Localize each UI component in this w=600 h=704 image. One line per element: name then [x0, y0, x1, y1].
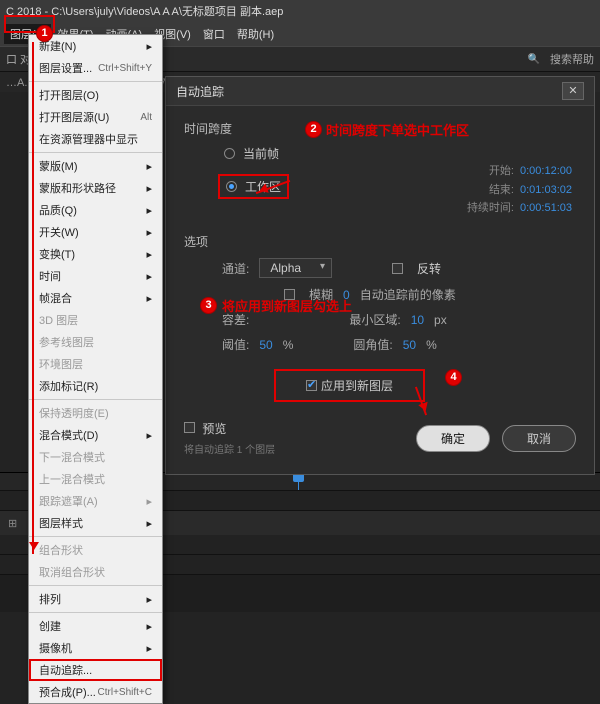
preview-checkbox[interactable]: [184, 422, 195, 433]
cancel-button[interactable]: 取消: [502, 425, 576, 452]
window-title: C 2018 - C:\Users\july\Videos\A A A\无标题项…: [0, 0, 600, 22]
threshold-label: 阈值:: [222, 336, 249, 353]
channel-label: 通道:: [222, 260, 249, 277]
min-area-value[interactable]: 10: [411, 313, 424, 327]
radio-icon: [224, 148, 235, 159]
menu-combine-shape[interactable]: 组合形状: [29, 539, 162, 561]
dialog-title: 自动追踪: [176, 83, 224, 100]
section-options: 选项: [184, 233, 576, 250]
threshold-value[interactable]: 50: [259, 338, 272, 352]
annotation-num-2: 2: [305, 120, 322, 138]
preview-status: 将自动追踪 1 个图层: [184, 441, 404, 456]
blur-suffix: 自动追踪前的像素: [360, 286, 456, 303]
radio-current-label: 当前帧: [243, 145, 279, 162]
menu-add-marker[interactable]: 添加标记(R): [29, 375, 162, 397]
menu-auto-trace[interactable]: 自动追踪...: [29, 659, 162, 681]
menu-quality[interactable]: 品质(Q)▸: [29, 199, 162, 221]
invert-label: 反转: [417, 260, 441, 277]
search-icon: 🔍: [528, 54, 540, 65]
menu-env-layer[interactable]: 环境图层: [29, 353, 162, 375]
dialog-titlebar[interactable]: 自动追踪 ✕: [166, 77, 594, 106]
menu-cancel-combine[interactable]: 取消组合形状: [29, 561, 162, 583]
menu-frame-blend[interactable]: 帧混合▸: [29, 287, 162, 309]
menu-switch[interactable]: 开关(W)▸: [29, 221, 162, 243]
annotation-num-4: 4: [445, 368, 462, 386]
annotation-text-2: 时间跨度下单选中工作区: [326, 120, 469, 139]
menu-create[interactable]: 创建▸: [29, 615, 162, 637]
annotation-arrow-down: [32, 42, 34, 554]
time-info: 开始:0:00:12:00 结束:0:01:03:02 持续时间:0:00:51…: [458, 162, 572, 218]
toggle-switch-icon[interactable]: ⊞: [8, 517, 17, 530]
menu-prev-blend[interactable]: 上一混合模式: [29, 468, 162, 490]
ok-button[interactable]: 确定: [416, 425, 490, 452]
menu-track-matte[interactable]: 跟踪遮罩(A)▸: [29, 490, 162, 512]
preview-label: 预览: [202, 422, 226, 436]
menu-arrange[interactable]: 排列▸: [29, 588, 162, 610]
apply-new-layer-row[interactable]: 应用到新图层: [274, 369, 425, 402]
apply-new-layer-checkbox[interactable]: [306, 380, 317, 391]
menu-time[interactable]: 时间▸: [29, 265, 162, 287]
menu-open-layer-source[interactable]: 打开图层源(U)Alt: [29, 106, 162, 128]
menu-transform[interactable]: 变换(T)▸: [29, 243, 162, 265]
radio-current-frame[interactable]: 当前帧: [224, 145, 576, 162]
annotation-num-3: 3: [200, 296, 217, 314]
menu-mask[interactable]: 蒙版(M)▸: [29, 155, 162, 177]
annotation-text-3: 将应用到新图层勾选上: [222, 296, 352, 315]
menu-layer-settings[interactable]: 图层设置...Ctrl+Shift+Y: [29, 57, 162, 79]
close-icon[interactable]: ✕: [562, 82, 584, 100]
menu-precompose[interactable]: 预合成(P)...Ctrl+Shift+C: [29, 681, 162, 703]
menu-camera[interactable]: 摄像机▸: [29, 637, 162, 659]
unit-px: px: [434, 313, 447, 327]
min-area-label: 最小区域:: [349, 311, 400, 328]
unit-pct: %: [283, 338, 294, 352]
apply-new-layer-label: 应用到新图层: [321, 377, 393, 394]
menu-keep-alpha[interactable]: 保持透明度(E): [29, 402, 162, 424]
menu-blend-mode[interactable]: 混合模式(D)▸: [29, 424, 162, 446]
search-help[interactable]: 搜索帮助: [550, 51, 594, 67]
invert-checkbox[interactable]: [392, 263, 403, 274]
menu-open-layer[interactable]: 打开图层(O): [29, 84, 162, 106]
menu-next-blend[interactable]: 下一混合模式: [29, 446, 162, 468]
unit-pct2: %: [426, 338, 437, 352]
menu-window[interactable]: 窗口: [197, 24, 231, 44]
menu-help[interactable]: 帮助(H): [231, 24, 280, 44]
menu-show-in-explorer[interactable]: 在资源管理器中显示: [29, 128, 162, 150]
menu-3d-layer[interactable]: 3D 图层: [29, 309, 162, 331]
radio-icon: [226, 181, 237, 192]
menu-layer-style[interactable]: 图层样式▸: [29, 512, 162, 534]
corner-value[interactable]: 50: [403, 338, 416, 352]
corner-label: 圆角值:: [353, 336, 392, 353]
menu-guide-layer[interactable]: 参考线图层: [29, 331, 162, 353]
annotation-num-1: 1: [36, 24, 53, 42]
menu-mask-shape-path[interactable]: 蒙版和形状路径▸: [29, 177, 162, 199]
layer-context-menu: 新建(N)▸ 图层设置...Ctrl+Shift+Y 打开图层(O) 打开图层源…: [28, 34, 163, 704]
channel-select[interactable]: Alpha: [259, 258, 332, 278]
playhead[interactable]: [298, 473, 299, 490]
